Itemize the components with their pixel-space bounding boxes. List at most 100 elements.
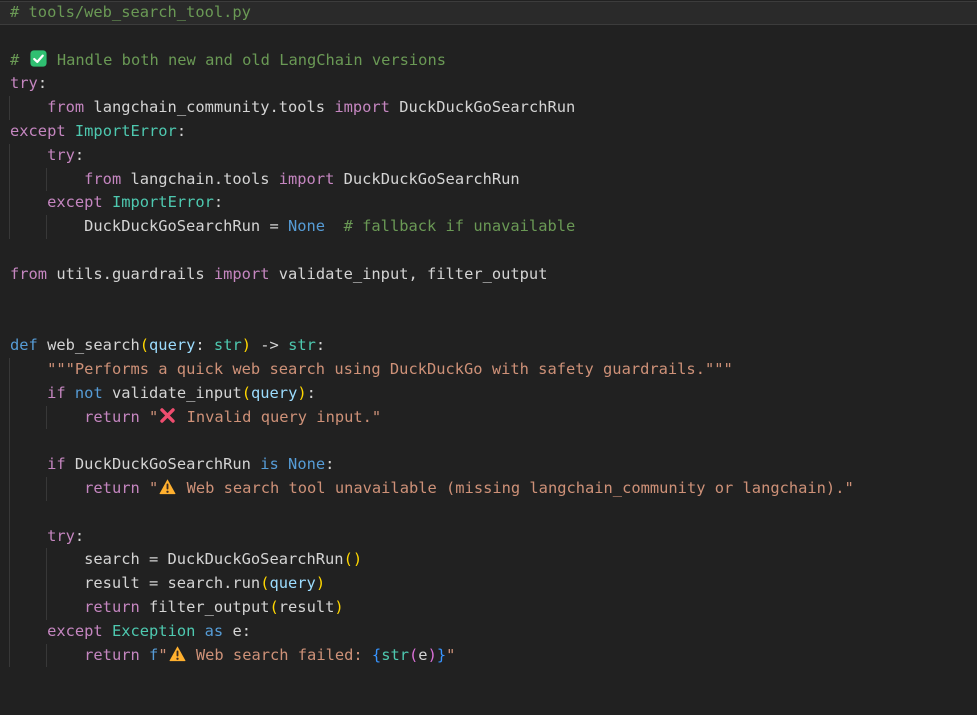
code-line[interactable]: """Performs a quick web search using Duc… bbox=[0, 358, 977, 382]
code-line[interactable]: try: bbox=[0, 144, 977, 168]
code-token: web_search bbox=[38, 336, 140, 354]
code-token: return bbox=[84, 408, 140, 426]
indent-guide bbox=[9, 477, 10, 501]
code-token: def bbox=[10, 336, 38, 354]
code-token: ) bbox=[353, 550, 362, 568]
code-line[interactable]: from langchain_community.tools import Du… bbox=[0, 96, 977, 120]
code-line[interactable]: return filter_output(result) bbox=[0, 596, 977, 620]
cross-emoji-icon bbox=[159, 407, 176, 424]
indent-guide bbox=[9, 191, 10, 215]
code-token: except bbox=[47, 193, 103, 211]
code-token: """Performs a quick web search using Duc… bbox=[47, 360, 733, 378]
code-token: DuckDuckGoSearchRun bbox=[66, 455, 261, 473]
code-token bbox=[140, 479, 149, 497]
code-token bbox=[10, 146, 47, 164]
code-token: except bbox=[10, 122, 66, 140]
code-line[interactable]: from utils.guardrails import validate_in… bbox=[0, 263, 977, 287]
code-token: ( bbox=[344, 550, 353, 568]
code-token: import bbox=[334, 98, 390, 116]
code-line[interactable]: try: bbox=[0, 72, 977, 96]
code-line[interactable]: search = DuckDuckGoSearchRun() bbox=[0, 548, 977, 572]
code-token: ( bbox=[269, 598, 278, 616]
indent-guide bbox=[9, 358, 10, 382]
code-line-highlighted[interactable]: # tools/web_search_tool.py bbox=[0, 1, 977, 25]
code-token: : bbox=[316, 336, 325, 354]
code-line[interactable]: except ImportError: bbox=[0, 120, 977, 144]
code-token bbox=[66, 384, 75, 402]
code-token: result bbox=[279, 598, 335, 616]
code-line[interactable]: def web_search(query: str) -> str: bbox=[0, 334, 977, 358]
code-line[interactable]: result = search.run(query) bbox=[0, 572, 977, 596]
code-line[interactable] bbox=[0, 501, 977, 525]
code-token: ) bbox=[428, 646, 437, 664]
code-token bbox=[140, 408, 149, 426]
code-token bbox=[10, 384, 47, 402]
code-token: str bbox=[288, 336, 316, 354]
code-token: { bbox=[372, 646, 381, 664]
code-token: str bbox=[381, 646, 409, 664]
code-token: validate_input bbox=[103, 384, 242, 402]
code-token: None bbox=[288, 455, 325, 473]
warning-emoji-icon bbox=[169, 645, 186, 662]
code-token bbox=[279, 455, 288, 473]
code-token: result = search.run bbox=[10, 574, 260, 592]
code-token: # bbox=[10, 51, 29, 69]
code-token bbox=[10, 622, 47, 640]
code-line[interactable]: return f" Web search failed: {str(e)}" bbox=[0, 644, 977, 668]
code-token bbox=[10, 98, 47, 116]
code-line[interactable]: if not validate_input(query): bbox=[0, 382, 977, 406]
code-line[interactable]: try: bbox=[0, 525, 977, 549]
indent-guide bbox=[9, 215, 10, 239]
code-token bbox=[325, 217, 344, 235]
code-token bbox=[10, 193, 47, 211]
code-token: DuckDuckGoSearchRun bbox=[390, 98, 575, 116]
code-token bbox=[195, 622, 204, 640]
code-token: as bbox=[205, 622, 224, 640]
code-token: " bbox=[149, 479, 158, 497]
indent-guide bbox=[9, 406, 10, 430]
code-line[interactable]: # Handle both new and old LangChain vers… bbox=[0, 49, 977, 73]
code-token: filter_output bbox=[140, 598, 270, 616]
code-line[interactable] bbox=[0, 25, 977, 49]
code-token: ImportError bbox=[75, 122, 177, 140]
code-line[interactable]: return " Web search tool unavailable (mi… bbox=[0, 477, 977, 501]
code-line[interactable] bbox=[0, 239, 977, 263]
indent-guide bbox=[46, 572, 47, 596]
indent-guide bbox=[46, 168, 47, 192]
code-token: : bbox=[325, 455, 334, 473]
code-line[interactable]: return " Invalid query input." bbox=[0, 406, 977, 430]
code-token: return bbox=[84, 479, 140, 497]
code-token: Handle both new and old LangChain versio… bbox=[48, 51, 446, 69]
code-token: try bbox=[47, 146, 75, 164]
code-token: if bbox=[47, 455, 66, 473]
code-token: is bbox=[260, 455, 279, 473]
code-token bbox=[103, 193, 112, 211]
code-token: -> bbox=[251, 336, 288, 354]
indent-guide bbox=[9, 644, 10, 668]
code-token: ) bbox=[242, 336, 251, 354]
code-line[interactable]: from langchain.tools import DuckDuckGoSe… bbox=[0, 168, 977, 192]
code-token: langchain_community.tools bbox=[84, 98, 334, 116]
code-token: query bbox=[269, 574, 315, 592]
indent-guide bbox=[46, 644, 47, 668]
indent-guide bbox=[46, 215, 47, 239]
code-token: : bbox=[177, 122, 186, 140]
code-token: } bbox=[437, 646, 446, 664]
code-token bbox=[10, 455, 47, 473]
code-token: e bbox=[418, 646, 427, 664]
code-line[interactable]: except ImportError: bbox=[0, 191, 977, 215]
code-token: search = DuckDuckGoSearchRun bbox=[10, 550, 344, 568]
code-line[interactable] bbox=[0, 310, 977, 334]
code-line[interactable] bbox=[0, 429, 977, 453]
code-token bbox=[10, 527, 47, 545]
code-line[interactable]: except Exception as e: bbox=[0, 620, 977, 644]
code-line[interactable] bbox=[0, 691, 977, 715]
code-line[interactable] bbox=[0, 667, 977, 691]
code-token: return bbox=[84, 646, 140, 664]
code-token: ( bbox=[140, 336, 149, 354]
code-line[interactable]: if DuckDuckGoSearchRun is None: bbox=[0, 453, 977, 477]
code-token: f bbox=[149, 646, 158, 664]
code-line[interactable] bbox=[0, 287, 977, 311]
code-line[interactable]: DuckDuckGoSearchRun = None # fallback if… bbox=[0, 215, 977, 239]
code-token: : bbox=[214, 193, 223, 211]
